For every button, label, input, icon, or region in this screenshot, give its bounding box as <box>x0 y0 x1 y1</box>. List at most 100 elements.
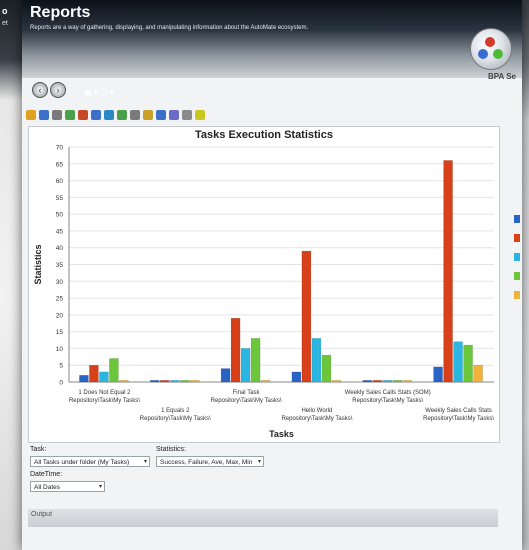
bar <box>311 338 322 383</box>
side-window-title: o <box>2 6 8 16</box>
task-select[interactable]: All Tasks under folder (My Tasks) ▾ <box>30 456 150 467</box>
bar <box>89 364 99 383</box>
help-icon[interactable] <box>195 110 205 120</box>
x-tick-label: Final Task <box>233 390 261 396</box>
x-tick-label: Repository\Task\My Tasks\ <box>352 398 423 404</box>
y-tick-label: 30 <box>56 279 64 286</box>
zoom-icon[interactable] <box>130 110 140 120</box>
chart-title: Tasks Execution Statistics <box>195 129 333 141</box>
x-tick-label: 1 Does Not Equal 2 <box>78 390 131 396</box>
reports-window: Reports Reports are a way of gathering, … <box>22 0 522 550</box>
y-tick-label: 40 <box>56 245 64 252</box>
bar <box>160 380 170 383</box>
bar <box>392 380 402 383</box>
legend-icon[interactable] <box>117 110 127 120</box>
statistics-select[interactable]: Success, Failure, Ave, Max, Min ▾ <box>156 456 264 467</box>
statistics-label: Statistics: <box>156 446 186 453</box>
back-button-icon[interactable]: ‹ <box>32 82 48 98</box>
x-tick-label: Weekly Sales Calls Stats (SOM) <box>345 390 431 396</box>
bar <box>331 380 342 383</box>
report-filters: Task: All Tasks under folder (My Tasks) … <box>28 446 498 546</box>
y-tick-label: 50 <box>56 212 64 219</box>
app-logo[interactable] <box>470 28 512 70</box>
datetime-select-value: All Dates <box>34 484 61 491</box>
bar <box>250 338 261 383</box>
bar <box>362 380 372 383</box>
logo-dot-blue <box>478 49 488 59</box>
y-tick-label: 60 <box>56 178 64 185</box>
navigation-buttons: ‹ › <box>32 82 66 98</box>
x-tick-label: Repository\Task\My Tasks\ <box>281 416 352 422</box>
y-axis-label: Statistics <box>33 244 43 284</box>
view-icon: ▦ ▾ ◫ ▾ <box>84 88 114 97</box>
logo-text: BPA Se <box>487 72 516 81</box>
x-tick-label: Repository\Task\My Tasks\ <box>69 398 140 404</box>
task-select-value: All Tasks under folder (My Tasks) <box>34 459 130 466</box>
bar <box>402 380 412 383</box>
x-tick-label: Weekly Sales Calls Stats <box>425 408 492 414</box>
legend-swatch <box>514 253 520 261</box>
bar <box>453 341 463 383</box>
palette-icon[interactable] <box>78 110 88 120</box>
bar <box>220 368 231 383</box>
bar-chart-icon[interactable] <box>26 110 36 120</box>
bar <box>240 348 251 383</box>
legend-swatch <box>514 272 520 280</box>
bar <box>463 344 473 383</box>
side-window-subtitle: et <box>2 20 8 27</box>
bar <box>382 380 392 383</box>
bar <box>372 380 382 383</box>
chevron-down-icon: ▾ <box>257 459 261 465</box>
page-title: Reports <box>30 4 91 21</box>
data-grid-icon[interactable] <box>156 110 166 120</box>
y-tick-label: 20 <box>56 312 64 319</box>
page-subtitle: Reports are a way of gathering, displayi… <box>30 25 309 31</box>
y-tick-label: 35 <box>56 262 64 269</box>
output-label: Output <box>31 511 53 518</box>
bar <box>433 366 443 383</box>
axis-icon[interactable] <box>104 110 114 120</box>
datetime-select[interactable]: All Dates ▾ <box>30 481 105 492</box>
bar <box>321 354 332 383</box>
chevron-down-icon: ▾ <box>98 484 102 490</box>
bar-chart: 0 5 10 15 20 25 30 35 40 45 50 55 60 65 70 Statistics 1 … <box>33 145 494 440</box>
output-panel: Output <box>28 509 498 527</box>
bar <box>109 358 119 383</box>
forward-button-icon[interactable]: › <box>50 82 66 98</box>
bar <box>79 375 89 383</box>
bar <box>190 380 200 383</box>
x-axis-label: Tasks <box>269 429 294 439</box>
chart-panel: Tasks Execution Statistics 0 5 10 15 20 25 30 3… <box>28 126 500 443</box>
print-icon[interactable] <box>39 110 49 120</box>
logo-dot-red <box>485 37 495 47</box>
bar <box>301 250 312 383</box>
task-label: Task: <box>30 446 47 453</box>
toggle-3d-icon[interactable] <box>91 110 101 120</box>
chart-type-icon[interactable] <box>65 110 75 120</box>
bar <box>443 160 453 383</box>
y-tick-label: 70 <box>56 145 64 152</box>
statistics-select-value: Success, Failure, Ave, Max, Min <box>160 459 253 466</box>
view-menu[interactable]: ▦ ▾ ◫ ▾ <box>84 88 114 97</box>
bar <box>291 371 302 383</box>
rotate-icon[interactable] <box>143 110 153 120</box>
y-tick-label: 25 <box>56 296 64 303</box>
chevron-down-icon: ▾ <box>143 459 147 465</box>
settings-icon[interactable] <box>182 110 192 120</box>
logo-dot-green <box>493 49 503 59</box>
series-icon[interactable] <box>169 110 179 120</box>
bar <box>230 317 241 383</box>
x-tick-label: Hello World <box>301 408 332 414</box>
x-tick-label: 1 Equals 2 <box>161 408 190 414</box>
x-tick-label: Repository\Task\My Tasks\ <box>140 416 211 422</box>
x-tick-label: Repository\Task\My Tasks\ <box>423 416 494 422</box>
bar <box>99 371 109 383</box>
y-tick-label: 65 <box>56 161 64 168</box>
bar <box>473 364 483 383</box>
bar <box>150 380 160 383</box>
bar <box>180 380 190 383</box>
legend <box>514 215 522 395</box>
y-tick-label: 15 <box>56 329 64 336</box>
y-tick-label: 55 <box>56 195 64 202</box>
copy-icon[interactable] <box>52 110 62 120</box>
